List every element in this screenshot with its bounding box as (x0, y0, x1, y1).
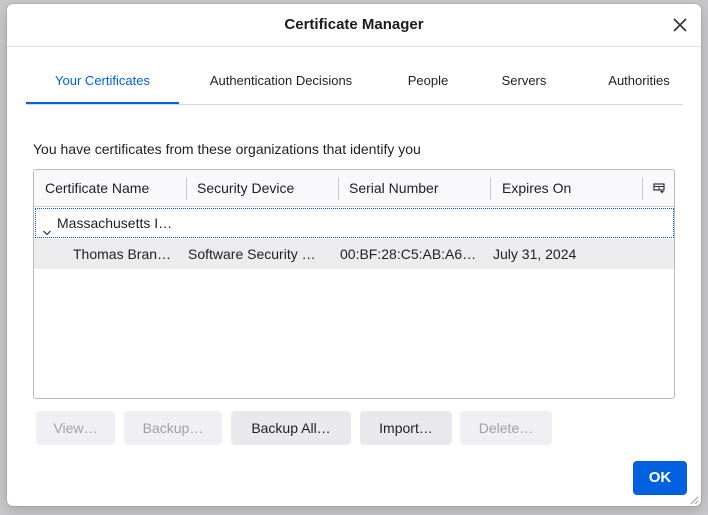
column-separator[interactable] (186, 178, 187, 200)
import-button[interactable]: Import… (360, 411, 452, 445)
ok-button[interactable]: OK (633, 461, 687, 495)
column-expires-on[interactable]: Expires On (502, 170, 571, 206)
tab-people[interactable]: People (398, 64, 458, 104)
column-separator[interactable] (642, 178, 643, 200)
column-certificate-name[interactable]: Certificate Name (45, 170, 149, 206)
tab-strip: Your Certificates Authentication Decisio… (26, 64, 683, 105)
cell-security-device: Software Security … (188, 246, 316, 262)
tree-group-row[interactable]: Massachusetts I… (35, 208, 674, 238)
tab-servers[interactable]: Servers (492, 64, 556, 104)
tree-header: Certificate Name Security Device Serial … (34, 170, 674, 207)
tab-authorities[interactable]: Authorities (594, 64, 684, 104)
column-separator[interactable] (338, 178, 339, 200)
chevron-down-icon[interactable] (42, 218, 52, 236)
group-name: Massachusetts I… (57, 215, 173, 231)
tab-your-certificates[interactable]: Your Certificates (26, 64, 179, 104)
view-button[interactable]: View… (36, 411, 115, 445)
column-security-device[interactable]: Security Device (197, 170, 294, 206)
certificate-manager-dialog: Certificate Manager Your Certificates Au… (7, 4, 701, 506)
tab-authentication-decisions[interactable]: Authentication Decisions (196, 64, 366, 104)
backup-all-button[interactable]: Backup All… (231, 411, 351, 445)
column-picker-icon[interactable] (652, 181, 666, 195)
dialog-title: Certificate Manager (284, 16, 424, 33)
close-icon[interactable] (669, 14, 691, 36)
certificates-tree[interactable]: Certificate Name Security Device Serial … (33, 169, 675, 399)
cell-certificate-name: Thomas Bran… (73, 246, 172, 262)
column-serial-number[interactable]: Serial Number (349, 170, 438, 206)
column-separator[interactable] (490, 178, 491, 200)
cell-expires-on: July 31, 2024 (493, 246, 577, 262)
cell-serial-number: 00:BF:28:C5:AB:A6… (340, 246, 477, 262)
intro-text: You have certificates from these organiz… (33, 141, 421, 157)
delete-button[interactable]: Delete… (460, 411, 552, 445)
resize-grip-icon[interactable] (687, 492, 699, 505)
table-row[interactable]: Thomas Bran… Software Security … 00:BF:2… (34, 239, 674, 269)
dialog-titlebar: Certificate Manager (7, 4, 701, 47)
backup-button[interactable]: Backup… (124, 411, 222, 445)
